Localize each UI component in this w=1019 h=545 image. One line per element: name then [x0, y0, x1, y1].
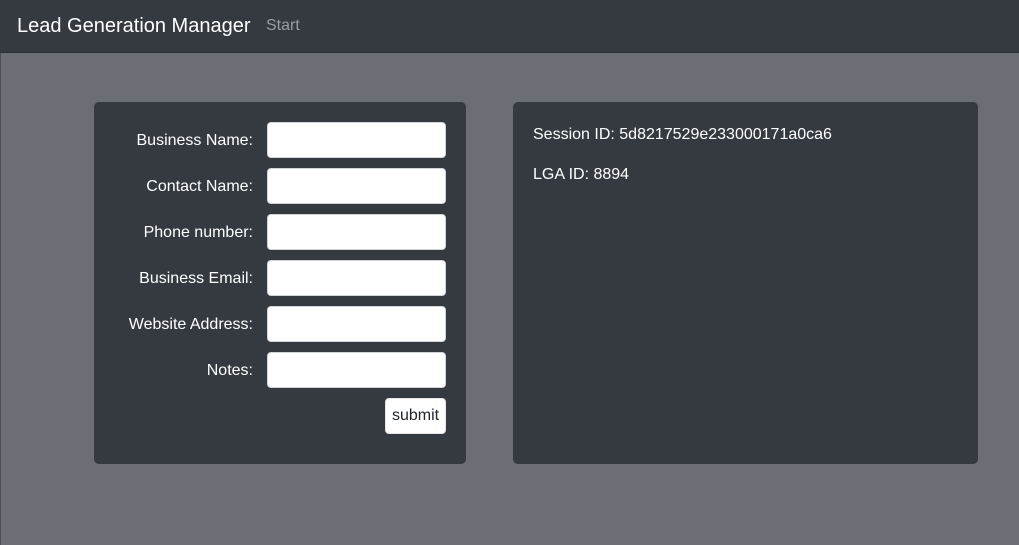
top-navbar: Lead Generation Manager Start	[0, 0, 1019, 53]
phone-number-label: Phone number:	[143, 224, 253, 241]
business-email-input[interactable]	[267, 260, 446, 296]
field-row-contact-name: Contact Name:	[94, 168, 466, 204]
navbar-brand[interactable]: Lead Generation Manager	[17, 14, 251, 38]
session-info-panel: Session ID: 5d8217529e233000171a0ca6 LGA…	[513, 102, 978, 464]
business-name-label: Business Name:	[136, 132, 254, 149]
field-row-website-address: Website Address:	[94, 306, 466, 342]
notes-input[interactable]	[267, 352, 446, 388]
business-name-input[interactable]	[267, 122, 446, 158]
session-id-label: Session ID:	[533, 126, 615, 143]
website-address-input[interactable]	[267, 306, 446, 342]
contact-name-input[interactable]	[267, 168, 446, 204]
contact-name-label: Contact Name:	[146, 178, 253, 195]
session-id-value: 5d8217529e233000171a0ca6	[619, 126, 832, 143]
lga-id-label: LGA ID:	[533, 166, 590, 183]
lga-id-value: 8894	[593, 166, 630, 183]
page-left-border	[0, 53, 1, 545]
nav-link-start[interactable]: Start	[266, 16, 300, 36]
lga-id-line: LGA ID: 8894	[533, 165, 629, 185]
field-row-notes: Notes:	[94, 352, 466, 388]
lead-form-panel: Business Name: Contact Name: Phone numbe…	[94, 102, 466, 464]
website-address-label: Website Address:	[128, 316, 253, 333]
business-email-label: Business Email:	[139, 270, 253, 287]
field-row-phone-number: Phone number:	[94, 214, 466, 250]
notes-label: Notes:	[206, 362, 253, 379]
session-id-line: Session ID: 5d8217529e233000171a0ca6	[533, 125, 832, 145]
field-row-business-name: Business Name:	[94, 122, 466, 158]
phone-number-input[interactable]	[267, 214, 446, 250]
field-row-business-email: Business Email:	[94, 260, 466, 296]
submit-button[interactable]: submit	[385, 398, 446, 434]
